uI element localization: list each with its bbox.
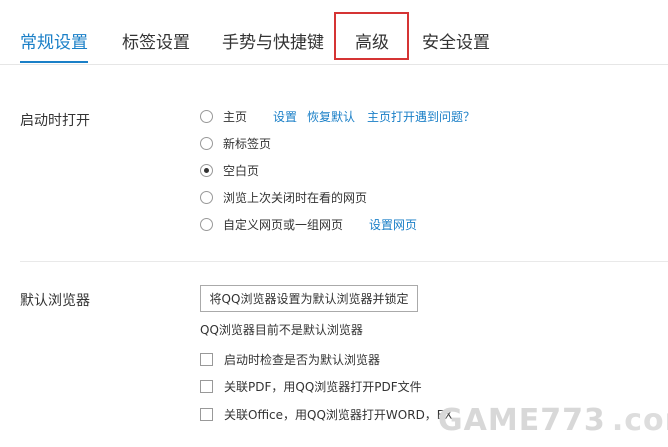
- checkbox-label: 关联Office，用QQ浏览器打开WORD，EX: [224, 407, 453, 422]
- radio-home[interactable]: [200, 109, 213, 123]
- custom-pages-link[interactable]: 设置网页: [369, 216, 417, 233]
- startup-option-blank[interactable]: 空白页: [200, 160, 259, 180]
- checkbox-label: 启动时检查是否为默认浏览器: [224, 352, 381, 367]
- home-problem-link[interactable]: 主页打开遇到问题？: [367, 108, 475, 125]
- radio-blank[interactable]: [200, 163, 213, 177]
- watermark-text: GAME773: [438, 402, 606, 438]
- default-browser-status: QQ浏览器目前不是默认浏览器: [200, 323, 363, 337]
- tab-general[interactable]: 常规设置: [20, 22, 88, 63]
- default-browser-section-label: 默认浏览器: [20, 293, 90, 309]
- startup-section-label: 启动时打开: [20, 113, 90, 129]
- startup-option-new-tab[interactable]: 新标签页: [200, 133, 271, 153]
- watermark-suffix: .com: [611, 402, 668, 438]
- startup-option-custom[interactable]: 自定义网页或一组网页 设置网页: [200, 214, 417, 234]
- site-watermark: GAME773 .com: [438, 400, 668, 440]
- startup-option-home[interactable]: 主页 设置 恢复默认 主页打开遇到问题？: [200, 106, 475, 126]
- startup-option-last-session[interactable]: 浏览上次关闭时在看的网页: [200, 187, 367, 207]
- checkbox[interactable]: [200, 352, 213, 366]
- option-label: 主页: [223, 109, 248, 124]
- check-default-on-startup[interactable]: 启动时检查是否为默认浏览器: [200, 349, 380, 369]
- tab-tabs[interactable]: 标签设置: [122, 22, 190, 62]
- option-label: 新标签页: [223, 136, 272, 151]
- set-default-browser-button[interactable]: 将QQ浏览器设置为默认浏览器并锁定: [200, 285, 418, 312]
- tab-security[interactable]: 安全设置: [422, 22, 490, 62]
- option-label: 浏览上次关闭时在看的网页: [223, 190, 368, 205]
- associate-pdf[interactable]: 关联PDF，用QQ浏览器打开PDF文件: [200, 376, 422, 396]
- advanced-tab-highlight-box: [334, 12, 409, 60]
- section-divider: [20, 261, 668, 262]
- restore-default-link[interactable]: 恢复默认: [307, 108, 355, 125]
- settings-tab-bar: 常规设置 标签设置 手势与快捷键 高级 安全设置: [0, 0, 668, 65]
- tab-gestures-shortcuts[interactable]: 手势与快捷键: [222, 22, 324, 62]
- option-label: 空白页: [223, 163, 260, 178]
- associate-office[interactable]: 关联Office，用QQ浏览器打开WORD，EX: [200, 404, 453, 424]
- checkbox-label: 关联PDF，用QQ浏览器打开PDF文件: [224, 379, 422, 394]
- checkbox[interactable]: [200, 407, 213, 421]
- checkbox[interactable]: [200, 379, 213, 393]
- radio-last-session[interactable]: [200, 190, 213, 204]
- home-settings-link[interactable]: 设置: [273, 108, 297, 125]
- option-label: 自定义网页或一组网页: [223, 217, 344, 232]
- radio-new-tab[interactable]: [200, 136, 213, 150]
- radio-custom[interactable]: [200, 217, 213, 231]
